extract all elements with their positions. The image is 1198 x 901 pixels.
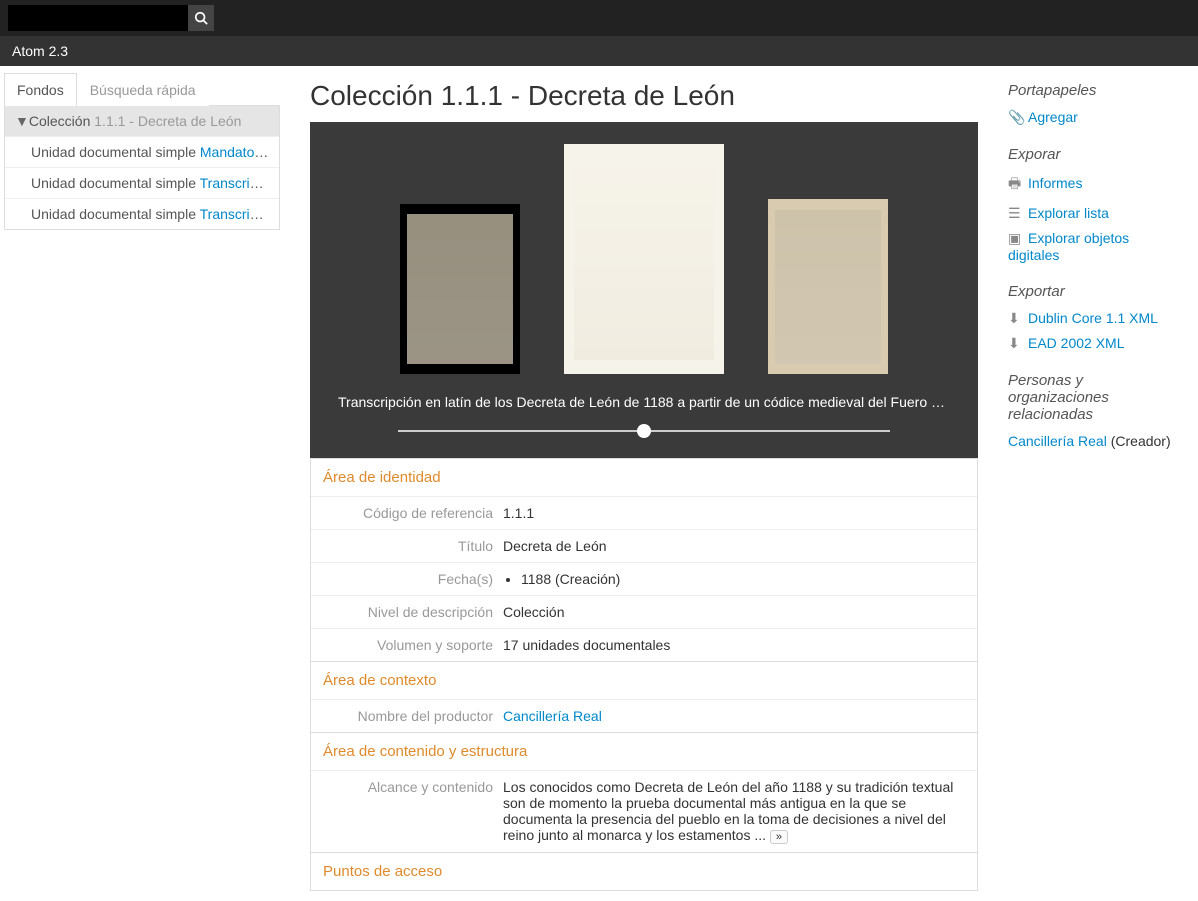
download-icon: ⬇ (1008, 335, 1024, 352)
tab-fondos[interactable]: Fondos (4, 73, 77, 106)
tree-item[interactable]: Unidad documental simple Transcripci... (5, 168, 279, 199)
print-icon: 🖶 (1008, 173, 1024, 197)
page-title: Colección 1.1.1 - Decreta de León (310, 80, 978, 112)
reports-link[interactable]: Informes (1028, 175, 1082, 191)
metadata-panel: Área de identidad Código de referencia1.… (310, 458, 978, 891)
export-ead-link[interactable]: EAD 2002 XML (1028, 335, 1125, 351)
thumbnail[interactable] (400, 204, 520, 374)
export-dc-link[interactable]: Dublin Core 1.1 XML (1028, 310, 1158, 326)
browse-list-link[interactable]: Explorar lista (1028, 205, 1109, 221)
brand-text: Atom 2.3 (12, 43, 68, 59)
field-value: Colección (503, 596, 977, 628)
tree-level: Unidad documental simple (31, 206, 196, 222)
tree-item[interactable]: ▼ Colección 1.1.1 - Decreta de León (5, 106, 279, 137)
field-value: 1.1.1 (503, 497, 977, 529)
thumbnail-active[interactable] (564, 144, 724, 374)
field-value: 17 unidades documentales (503, 629, 977, 661)
field-value: 1188 (Creación) (503, 563, 977, 595)
search-input[interactable] (8, 5, 188, 31)
expand-button[interactable]: » (770, 830, 788, 844)
viewer-slider[interactable] (398, 430, 890, 432)
sidebar-explore-title: Exporar (1008, 146, 1178, 163)
image-icon: ▣ (1008, 230, 1024, 247)
left-tabs: Fondos Búsqueda rápida (4, 72, 280, 106)
tab-quick-search[interactable]: Búsqueda rápida (77, 73, 209, 106)
download-icon: ⬇ (1008, 310, 1024, 327)
field-label: Fecha(s) (311, 563, 503, 595)
tree-title: Transcripci... (200, 175, 279, 191)
manuscript-page-icon (407, 214, 513, 364)
search-button[interactable] (188, 5, 214, 31)
field-label: Volumen y soporte (311, 629, 503, 661)
section-identity: Área de identidad (311, 458, 977, 496)
field-label: Alcance y contenido (311, 771, 503, 852)
field-label: Nombre del productor (311, 700, 503, 732)
brand-bar: Atom 2.3 (0, 36, 1198, 66)
tree-level: Unidad documental simple (31, 175, 196, 191)
sidebar-clipboard-title: Portapapeles (1008, 82, 1178, 99)
sidebar-export-title: Exportar (1008, 283, 1178, 300)
treeview: ▼ Colección 1.1.1 - Decreta de León Unid… (4, 106, 280, 230)
field-value: Cancillería Real (503, 700, 977, 732)
section-content: Área de contenido y estructura (311, 732, 977, 770)
list-icon: ☰ (1008, 205, 1024, 222)
section-context: Área de contexto (311, 661, 977, 699)
tree-item[interactable]: Unidad documental simple Transcripci... (5, 199, 279, 229)
tree-title: 1.1.1 - Decreta de León (94, 113, 241, 129)
browse-digital-link[interactable]: Explorar objetos digitales (1008, 230, 1129, 263)
paperclip-icon: 📎 (1008, 109, 1024, 126)
sidebar-related-title: Personas y organizaciones relacionadas (1008, 372, 1178, 423)
clipboard-add-link[interactable]: Agregar (1028, 109, 1078, 125)
thumbnail[interactable] (768, 199, 888, 374)
tree-title: Mandato d... (200, 144, 278, 160)
related-chancery-link[interactable]: Cancillería Real (1008, 433, 1107, 449)
section-access-points: Puntos de acceso (311, 852, 977, 890)
tree-title: Transcripci... (200, 206, 279, 222)
manuscript-page-icon (574, 158, 715, 360)
image-viewer: Transcripción en latín de los Decreta de… (310, 122, 978, 458)
field-label: Título (311, 530, 503, 562)
slider-handle-icon[interactable] (637, 424, 651, 438)
tree-level: Unidad documental simple (31, 144, 196, 160)
field-value: Los conocidos como Decreta de León del a… (503, 771, 977, 852)
field-value: Decreta de León (503, 530, 977, 562)
top-search-bar (0, 0, 1198, 36)
tree-level: Colección (29, 113, 90, 129)
manuscript-page-icon (775, 210, 881, 364)
field-label: Nivel de descripción (311, 596, 503, 628)
collapse-icon: ▼ (15, 113, 25, 129)
search-icon (194, 11, 208, 25)
tree-item[interactable]: Unidad documental simple Mandato d... (5, 137, 279, 168)
field-label: Código de referencia (311, 497, 503, 529)
producer-link[interactable]: Cancillería Real (503, 708, 602, 724)
viewer-caption: Transcripción en latín de los Decreta de… (338, 388, 950, 416)
related-role: (Creador) (1107, 433, 1171, 449)
